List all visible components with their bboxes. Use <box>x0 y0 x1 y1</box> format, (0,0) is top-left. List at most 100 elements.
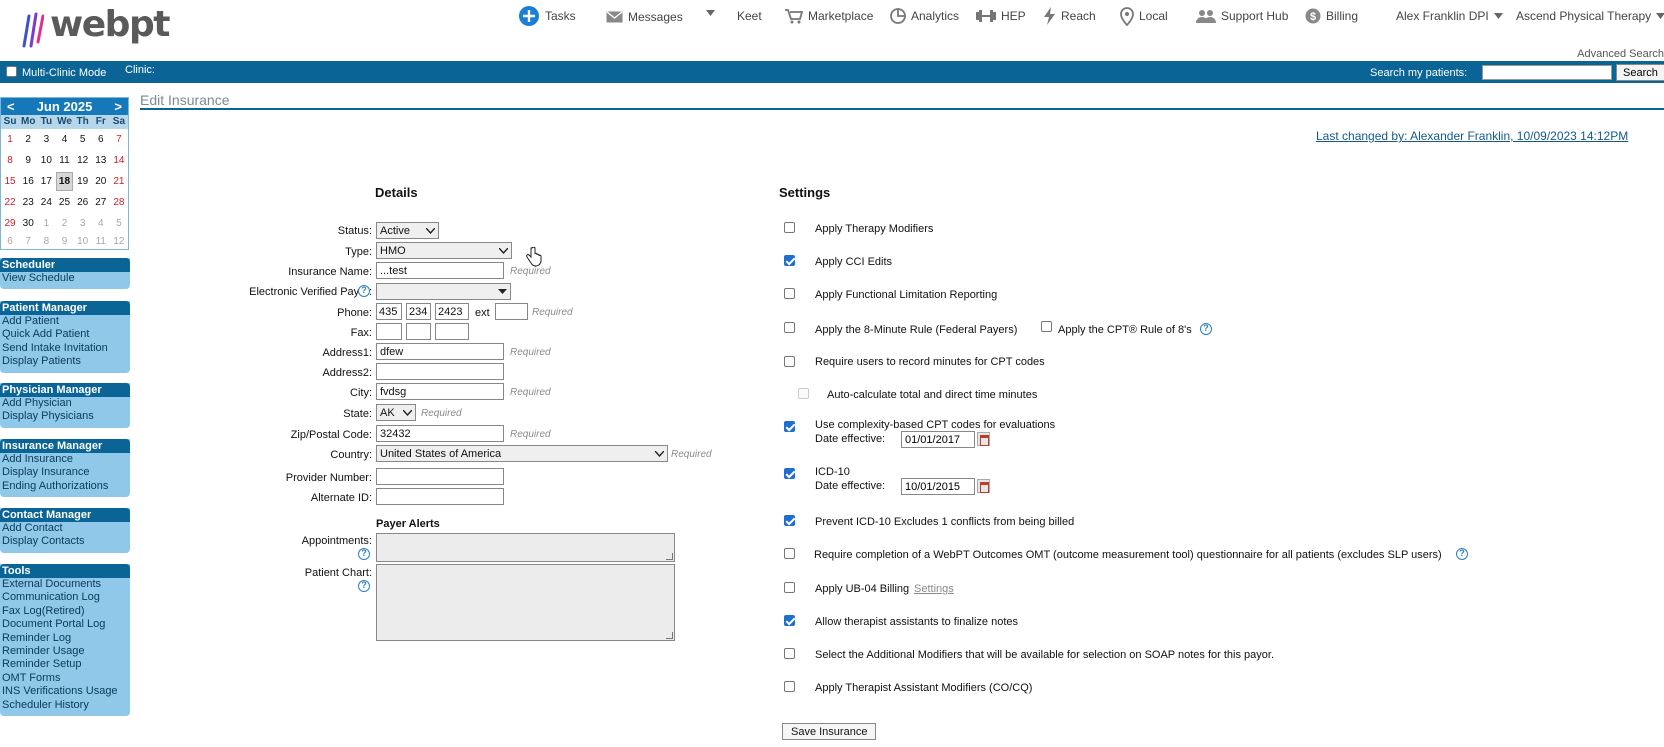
calendar-day-other-month[interactable]: 12 <box>110 234 128 249</box>
calendar-day[interactable]: 6 <box>92 129 110 150</box>
appointments-textarea[interactable] <box>376 533 675 562</box>
last-changed-link[interactable]: Last changed by: Alexander Franklin, 10/… <box>1316 129 1628 143</box>
calendar-day[interactable]: 19 <box>74 171 92 192</box>
state-select[interactable]: AK <box>376 404 416 421</box>
complexity-date-input[interactable] <box>901 431 975 448</box>
sidebar-link[interactable]: Display Insurance <box>0 466 130 479</box>
fax-prefix-input[interactable] <box>406 323 431 340</box>
help-icon[interactable]: ? <box>358 548 370 560</box>
sidebar-link[interactable]: View Schedule <box>0 272 130 285</box>
sidebar-link[interactable]: Reminder Setup <box>0 658 130 671</box>
nav-keet[interactable]: Keet <box>737 6 762 26</box>
calendar-icon[interactable] <box>977 479 990 493</box>
messages-dropdown-icon[interactable] <box>706 10 715 16</box>
calendar-day[interactable]: 7 <box>110 129 128 150</box>
calendar-day[interactable]: 21 <box>110 171 128 192</box>
sidebar-link[interactable]: OMT Forms <box>0 672 130 685</box>
phone-line-input[interactable] <box>435 303 469 320</box>
calendar-day-other-month[interactable]: 1 <box>37 213 55 234</box>
calendar-day-other-month[interactable]: 10 <box>74 234 92 249</box>
patient-chart-textarea[interactable] <box>376 564 675 641</box>
advanced-search-link[interactable]: Advanced Search <box>1577 48 1664 60</box>
assistants-finalize-checkbox[interactable] <box>784 615 795 626</box>
cpt-rule-checkbox[interactable] <box>1041 321 1052 332</box>
sidebar-link[interactable]: External Documents <box>0 578 130 591</box>
calendar-day-other-month[interactable]: 2 <box>55 213 73 234</box>
provider-number-input[interactable] <box>376 468 504 485</box>
nav-tasks[interactable]: Tasks <box>518 6 576 26</box>
auto-calculate-checkbox[interactable] <box>798 388 809 399</box>
calendar-day[interactable]: 30 <box>19 213 37 234</box>
icd10-date-input[interactable] <box>901 478 975 495</box>
sidebar-link[interactable]: Display Contacts <box>0 535 130 548</box>
prevent-icd-checkbox[interactable] <box>784 515 795 526</box>
calendar-prev-button[interactable]: < <box>7 99 15 114</box>
sidebar-link[interactable]: Reminder Log <box>0 632 130 645</box>
calendar-day[interactable]: 24 <box>37 192 55 213</box>
calendar-day[interactable]: 5 <box>74 129 92 150</box>
calendar-day[interactable]: 22 <box>1 192 19 213</box>
sidebar-link[interactable]: Ending Authorizations <box>0 480 130 493</box>
calendar-day[interactable]: 25 <box>55 192 73 213</box>
calendar-day-other-month[interactable]: 9 <box>55 234 73 249</box>
calendar-day-other-month[interactable]: 5 <box>110 213 128 234</box>
calendar-day[interactable]: 27 <box>92 192 110 213</box>
functional-limitation-checkbox[interactable] <box>784 288 795 299</box>
calendar-day-other-month[interactable]: 7 <box>19 234 37 249</box>
calendar-day[interactable]: 16 <box>19 171 37 192</box>
help-icon[interactable]: ? <box>1200 323 1212 335</box>
sidebar-link[interactable]: Communication Log <box>0 591 130 604</box>
calendar-day[interactable]: 12 <box>74 150 92 171</box>
sidebar-link[interactable]: Fax Log(Retired) <box>0 605 130 618</box>
icd10-checkbox[interactable] <box>784 468 795 479</box>
sidebar-link[interactable]: Add Contact <box>0 522 130 535</box>
city-input[interactable] <box>376 383 504 400</box>
help-icon[interactable]: ? <box>358 580 370 592</box>
calendar-day[interactable]: 26 <box>74 192 92 213</box>
zip-input[interactable] <box>376 425 504 442</box>
calendar-icon[interactable] <box>977 432 990 446</box>
calendar-day[interactable]: 4 <box>55 129 73 150</box>
calendar-day[interactable]: 10 <box>37 150 55 171</box>
sidebar-link[interactable]: Add Patient <box>0 315 130 328</box>
calendar-day-other-month[interactable]: 6 <box>1 234 19 249</box>
calendar-day[interactable]: 23 <box>19 192 37 213</box>
address2-input[interactable] <box>376 363 504 380</box>
help-icon[interactable]: ? <box>358 285 370 297</box>
calendar-day[interactable]: 14 <box>110 150 128 171</box>
fax-area-input[interactable] <box>376 323 402 340</box>
fax-line-input[interactable] <box>435 323 469 340</box>
nav-reach[interactable]: Reach <box>1043 6 1096 26</box>
save-insurance-button[interactable]: Save Insurance <box>782 723 877 740</box>
sidebar-link[interactable]: Quick Add Patient <box>0 328 130 341</box>
calendar-day[interactable]: 17 <box>37 171 55 192</box>
sidebar-link[interactable]: Add Insurance <box>0 453 130 466</box>
sidebar-link[interactable]: Scheduler History <box>0 699 130 712</box>
calendar-day[interactable]: 2 <box>19 129 37 150</box>
insurance-name-input[interactable] <box>376 262 504 279</box>
calendar-day[interactable]: 11 <box>55 150 73 171</box>
calendar-day[interactable]: 1 <box>1 129 19 150</box>
calendar-day[interactable]: 18 <box>56 172 73 191</box>
calendar-day[interactable]: 3 <box>37 129 55 150</box>
record-minutes-checkbox[interactable] <box>784 356 795 367</box>
search-patients-input[interactable] <box>1482 65 1612 80</box>
nav-hep[interactable]: HEP <box>976 6 1026 26</box>
sidebar-link[interactable]: Display Physicians <box>0 410 130 423</box>
status-select[interactable]: Active <box>376 222 439 239</box>
nav-marketplace[interactable]: Marketplace <box>785 6 873 26</box>
sidebar-link[interactable]: Reminder Usage <box>0 645 130 658</box>
calendar-day[interactable]: 15 <box>1 171 19 192</box>
ub04-settings-link[interactable]: Settings <box>914 583 954 595</box>
phone-prefix-input[interactable] <box>406 303 431 320</box>
evp-select[interactable] <box>376 283 511 300</box>
sidebar-link[interactable]: Send Intake Invitation <box>0 342 130 355</box>
calendar-day-other-month[interactable]: 4 <box>92 213 110 234</box>
calendar-day-other-month[interactable]: 11 <box>92 234 110 249</box>
help-icon[interactable]: ? <box>1456 548 1468 560</box>
cci-edits-checkbox[interactable] <box>784 255 795 266</box>
omt-checkbox[interactable] <box>784 548 795 559</box>
user-menu[interactable]: Alex Franklin DPI <box>1396 6 1503 26</box>
calendar-day[interactable]: 8 <box>1 150 19 171</box>
sidebar-link[interactable]: Document Portal Log <box>0 618 130 631</box>
